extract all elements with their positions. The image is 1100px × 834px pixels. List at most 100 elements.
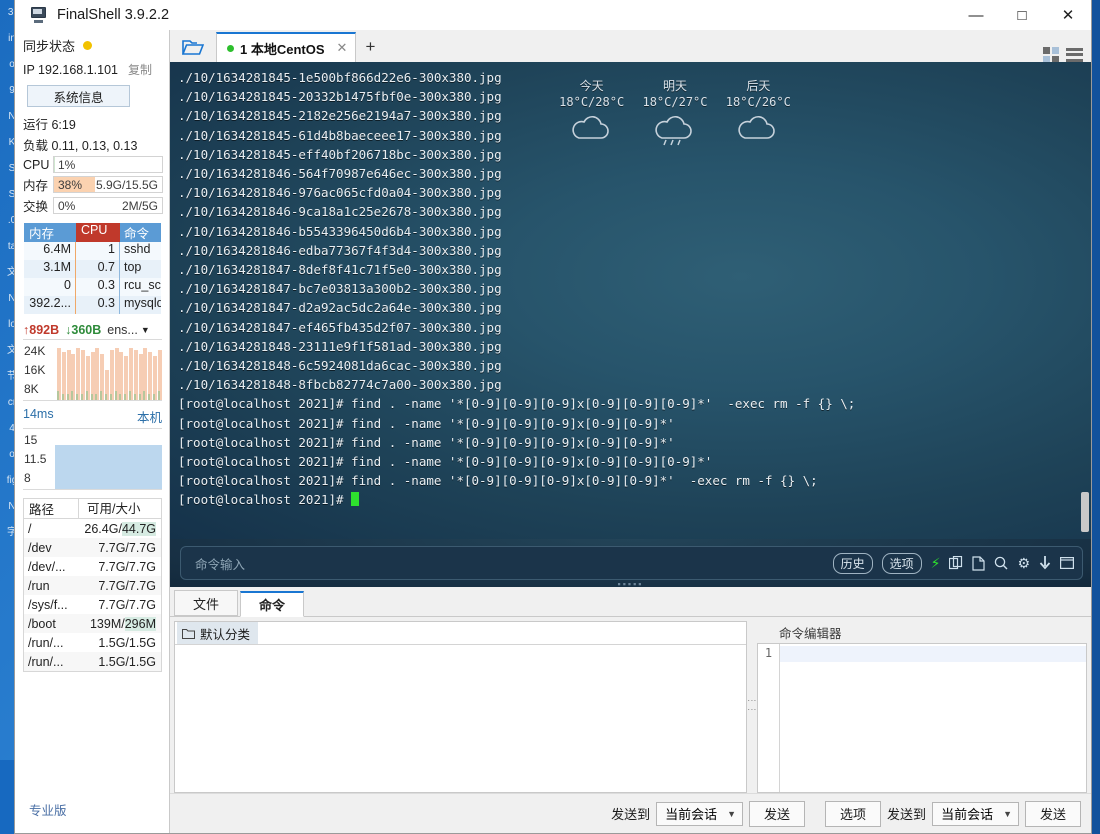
minimize-button[interactable]: — — [953, 0, 999, 30]
main-area: 1 本地CentOS ✕ + 今天18°C/28°C明天18°C/27°C后天1… — [170, 30, 1091, 833]
panel-splitter[interactable]: ⋮⋮ — [747, 617, 757, 793]
latency-plot — [55, 429, 162, 489]
category-chip[interactable]: 默认分类 — [177, 622, 258, 645]
system-info-sidebar: 同步状态 IP 192.168.1.101 复制 系统信息 运行 6:19 负载… — [15, 30, 170, 833]
bottom-toolbar: 发送到 当前会话 ▼ 发送 选项 发送到 当前会话 ▼ — [170, 793, 1091, 833]
category-chip-label: 默认分类 — [200, 624, 250, 643]
network-y-axis: 24K16K8K — [23, 340, 55, 400]
disk-row[interactable]: /26.4G/44.7G — [24, 519, 161, 538]
meter-label: 内存 — [23, 175, 53, 194]
command-editor-title: 命令编辑器 — [757, 621, 1087, 643]
disk-row[interactable]: /run/...1.5G/1.5G — [24, 633, 161, 652]
right-send-group: 选项 发送到 当前会话 ▼ 发送 — [825, 801, 1081, 827]
editor-session-select[interactable]: 当前会话 ▼ — [932, 802, 1019, 826]
command-bar-icons: 历史 选项 ⚡ ⚙ — [833, 553, 1074, 574]
disk-rows: /26.4G/44.7G/dev7.7G/7.7G/dev/...7.7G/7.… — [24, 519, 161, 671]
command-editor[interactable]: 1 — [757, 643, 1087, 793]
terminal-cursor — [351, 492, 359, 506]
disk-row[interactable]: /boot139M/296M — [24, 614, 161, 633]
terminal-line: ./10/1634281845-eff40bf206718bc-300x380.… — [178, 145, 1091, 164]
send-to-label: 发送到 — [611, 804, 650, 823]
close-icon[interactable]: ✕ — [337, 40, 348, 56]
editor-text-area[interactable] — [780, 644, 1086, 792]
process-row[interactable]: 392.2...0.3mysqld — [24, 296, 161, 314]
add-tab-button[interactable]: + — [356, 32, 384, 62]
maximize-button[interactable]: □ — [999, 0, 1045, 30]
meter-CPU: CPU1% — [15, 155, 169, 174]
paste-icon[interactable] — [972, 556, 985, 571]
latency-y-axis: 1511.58 — [23, 429, 55, 489]
process-row[interactable]: 6.4M1sshd — [24, 242, 161, 260]
terminal-scrollbar[interactable] — [1081, 492, 1089, 532]
terminal-line: ./10/1634281847-ef465fb435d2f07-300x380.… — [178, 318, 1091, 337]
terminal-line: ./10/1634281847-8def8f41c71f5e0-300x380.… — [178, 260, 1091, 279]
send-button[interactable]: 发送 — [749, 801, 805, 827]
sync-status-dot — [83, 41, 92, 50]
terminal-output[interactable]: 今天18°C/28°C明天18°C/27°C后天18°C/26°C ./10/1… — [170, 62, 1091, 539]
process-table[interactable]: 内存 CPU 命令 6.4M1sshd3.1M0.7top00.3rcu_sch… — [23, 222, 162, 315]
terminal-line: ./10/1634281846-564f70987e646ec-300x380.… — [178, 164, 1091, 183]
bottom-content: 默认分类 ⋮⋮ 命令编辑器 1 — [170, 617, 1091, 793]
gear-icon[interactable]: ⚙ — [1017, 555, 1030, 572]
search-icon[interactable] — [994, 556, 1008, 570]
close-button[interactable]: ✕ — [1045, 0, 1091, 30]
command-input-field[interactable]: 命令输入 历史 选项 ⚡ — [180, 546, 1083, 580]
session-tab-bar: 1 本地CentOS ✕ + — [170, 30, 1091, 62]
meter-bar: 1% — [53, 156, 163, 173]
col-memory: 内存 — [24, 223, 76, 242]
disk-row[interactable]: /dev7.7G/7.7G — [24, 538, 161, 557]
network-interface[interactable]: ens... — [107, 323, 138, 337]
disk-row[interactable]: /sys/f...7.7G/7.7G — [24, 595, 161, 614]
meter-bar: 38%5.9G/15.5G — [53, 176, 163, 193]
options-button[interactable]: 选项 — [882, 553, 922, 574]
system-info-button[interactable]: 系统信息 — [27, 85, 130, 107]
terminal-line: [root@localhost 2021]# find . -name '*[0… — [178, 452, 1091, 471]
grid-view-icon[interactable] — [1043, 47, 1059, 62]
window-controls: — □ ✕ — [953, 0, 1091, 30]
terminal-line: ./10/1634281845-20332b1475fbf0e-300x380.… — [178, 87, 1091, 106]
command-input-placeholder: 命令输入 — [195, 554, 245, 573]
left-send-group: 发送到 当前会话 ▼ 发送 — [611, 801, 805, 827]
category-row: 默认分类 — [175, 622, 746, 644]
copy-ip-button[interactable]: 复制 — [128, 61, 152, 78]
bolt-icon[interactable]: ⚡ — [931, 555, 941, 572]
terminal-line: ./10/1634281845-61d4b8baeceee17-300x380.… — [178, 126, 1091, 145]
window-icon[interactable] — [1060, 557, 1074, 569]
ip-row: IP 192.168.1.101 复制 — [15, 59, 169, 82]
command-input-bar: 命令输入 历史 选项 ⚡ — [170, 539, 1091, 587]
open-folder-icon[interactable] — [170, 32, 216, 62]
disk-table[interactable]: 路径 可用/大小 /26.4G/44.7G/dev7.7G/7.7G/dev/.… — [23, 498, 162, 672]
terminal-line: ./10/1634281846-9ca18a1c25e2678-300x380.… — [178, 202, 1091, 221]
desktop-right-edge — [1092, 0, 1100, 834]
bottom-tab-file[interactable]: 文件 — [174, 590, 238, 616]
command-list[interactable] — [175, 644, 746, 792]
session-tab-active[interactable]: 1 本地CentOS ✕ — [216, 32, 356, 62]
disk-row[interactable]: /run7.7G/7.7G — [24, 576, 161, 595]
bottom-panel: 文件命令 默认分类 ⋮⋮ 命令编辑器 — [170, 587, 1091, 833]
history-button[interactable]: 历史 — [833, 553, 873, 574]
disk-row[interactable]: /dev/...7.7G/7.7G — [24, 557, 161, 576]
network-plot — [55, 340, 162, 400]
session-select-value: 当前会话 — [665, 804, 717, 823]
bottom-tab-command[interactable]: 命令 — [240, 591, 304, 617]
copy-icon[interactable] — [949, 556, 963, 571]
disk-row[interactable]: /run/...1.5G/1.5G — [24, 652, 161, 671]
download-icon[interactable] — [1039, 556, 1051, 570]
meter-bar: 0%2M/5G — [53, 197, 163, 214]
terminal-line: ./10/1634281846-976ac065cfd0a04-300x380.… — [178, 183, 1091, 202]
process-row[interactable]: 00.3rcu_sche — [24, 278, 161, 296]
session-select[interactable]: 当前会话 ▼ — [656, 802, 743, 826]
editor-send-button[interactable]: 发送 — [1025, 801, 1081, 827]
command-editor-panel: 命令编辑器 1 — [757, 621, 1087, 793]
menu-icon[interactable] — [1066, 48, 1083, 62]
process-row[interactable]: 3.1M0.7top — [24, 260, 161, 278]
download-rate: ↓360B — [65, 323, 101, 337]
terminal-line: ./10/1634281845-2182e256e2194a7-300x380.… — [178, 106, 1091, 125]
meter-label: CPU — [23, 158, 53, 172]
terminal-line: ./10/1634281846-b5543396450d6b4-300x380.… — [178, 222, 1091, 241]
taskbar[interactable] — [0, 760, 14, 834]
panel-resize-grip[interactable]: ▪▪▪▪▪ — [170, 579, 1091, 589]
editor-options-button[interactable]: 选项 — [825, 801, 881, 827]
chevron-down-icon[interactable]: ▼ — [141, 325, 150, 335]
tabbar-right-tools — [1043, 47, 1091, 62]
